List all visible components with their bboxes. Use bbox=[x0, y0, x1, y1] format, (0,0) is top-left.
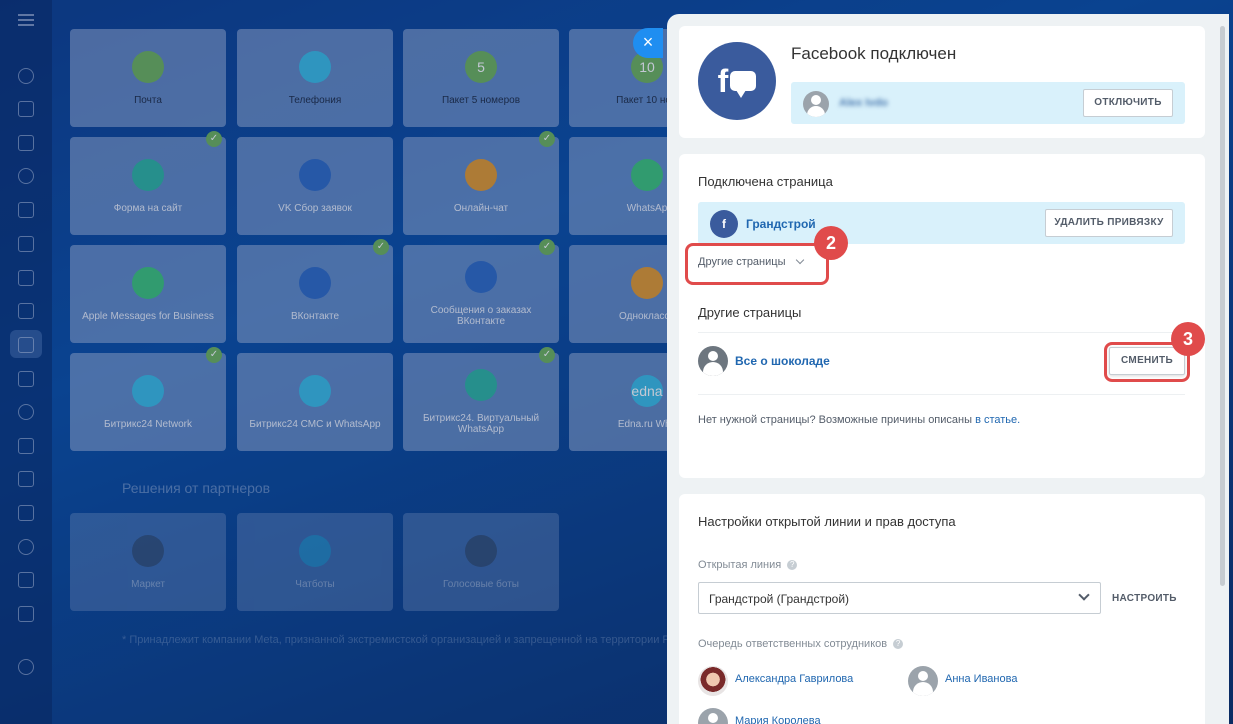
page-card: Подключена страница f Грандстрой УДАЛИТЬ… bbox=[679, 154, 1205, 478]
other-pages-title: Другие страницы bbox=[698, 305, 802, 320]
step-3-badge: 3 bbox=[1171, 322, 1205, 356]
help-question-icon[interactable]: ? bbox=[787, 560, 798, 570]
other-page-name[interactable]: Все о шоколаде bbox=[735, 354, 830, 368]
connection-card: f Facebook подключен Alex Ivdo ОТКЛЮЧИТЬ bbox=[679, 26, 1205, 138]
connection-title: Facebook подключен bbox=[791, 44, 957, 63]
open-line-label: Открытая линия? bbox=[698, 559, 798, 571]
person-name[interactable]: Мария Королева bbox=[735, 715, 821, 724]
unlink-page-button[interactable]: УДАЛИТЬ ПРИВЯЗКУ bbox=[1045, 209, 1173, 237]
step-2-badge: 2 bbox=[814, 226, 848, 260]
chevron-down-icon bbox=[1078, 589, 1090, 601]
divider-top bbox=[698, 332, 1185, 333]
other-page-avatar bbox=[698, 346, 728, 376]
settings-title: Настройки открытой линии и прав доступа bbox=[698, 514, 956, 529]
missing-page-hint: Нет нужной страницы? Возможные причины о… bbox=[698, 414, 1021, 426]
account-box: Alex Ivdo ОТКЛЮЧИТЬ bbox=[791, 82, 1185, 124]
panel-scrollbar[interactable] bbox=[1220, 26, 1225, 586]
article-link[interactable]: в статье. bbox=[975, 414, 1020, 426]
person-avatar bbox=[698, 666, 728, 696]
page-facebook-icon: f bbox=[710, 210, 738, 238]
setup-button[interactable]: НАСТРОИТЬ bbox=[1112, 593, 1177, 604]
facebook-settings-panel: f Facebook подключен Alex Ivdo ОТКЛЮЧИТЬ… bbox=[667, 14, 1229, 724]
account-name: Alex Ivdo bbox=[839, 97, 888, 109]
person-avatar bbox=[698, 708, 728, 724]
help-question-icon[interactable]: ? bbox=[893, 639, 904, 649]
connected-page-name[interactable]: Грандстрой bbox=[746, 217, 816, 231]
settings-card: Настройки открытой линии и прав доступа … bbox=[679, 494, 1205, 724]
chevron-down-icon bbox=[795, 255, 804, 265]
change-page-button[interactable]: СМЕНИТЬ bbox=[1109, 347, 1185, 375]
facebook-logo-icon: f bbox=[698, 42, 776, 120]
other-pages-toggle[interactable]: Другие страницы bbox=[698, 255, 804, 268]
divider-bottom bbox=[698, 394, 1185, 395]
disconnect-button[interactable]: ОТКЛЮЧИТЬ bbox=[1083, 89, 1173, 117]
connected-page-label: Подключена страница bbox=[698, 174, 833, 189]
person-name[interactable]: Александра Гаврилова bbox=[735, 673, 853, 685]
connected-page-box: f Грандстрой УДАЛИТЬ ПРИВЯЗКУ bbox=[698, 202, 1185, 244]
close-panel-button[interactable]: × bbox=[633, 28, 663, 58]
person-name[interactable]: Анна Иванова bbox=[945, 673, 1017, 685]
queue-label: Очередь ответственных сотрудников? bbox=[698, 638, 904, 650]
open-line-select[interactable]: Грандстрой (Грандстрой) bbox=[698, 582, 1101, 614]
open-line-value: Грандстрой (Грандстрой) bbox=[709, 592, 850, 606]
account-avatar bbox=[803, 91, 829, 117]
person-avatar bbox=[908, 666, 938, 696]
